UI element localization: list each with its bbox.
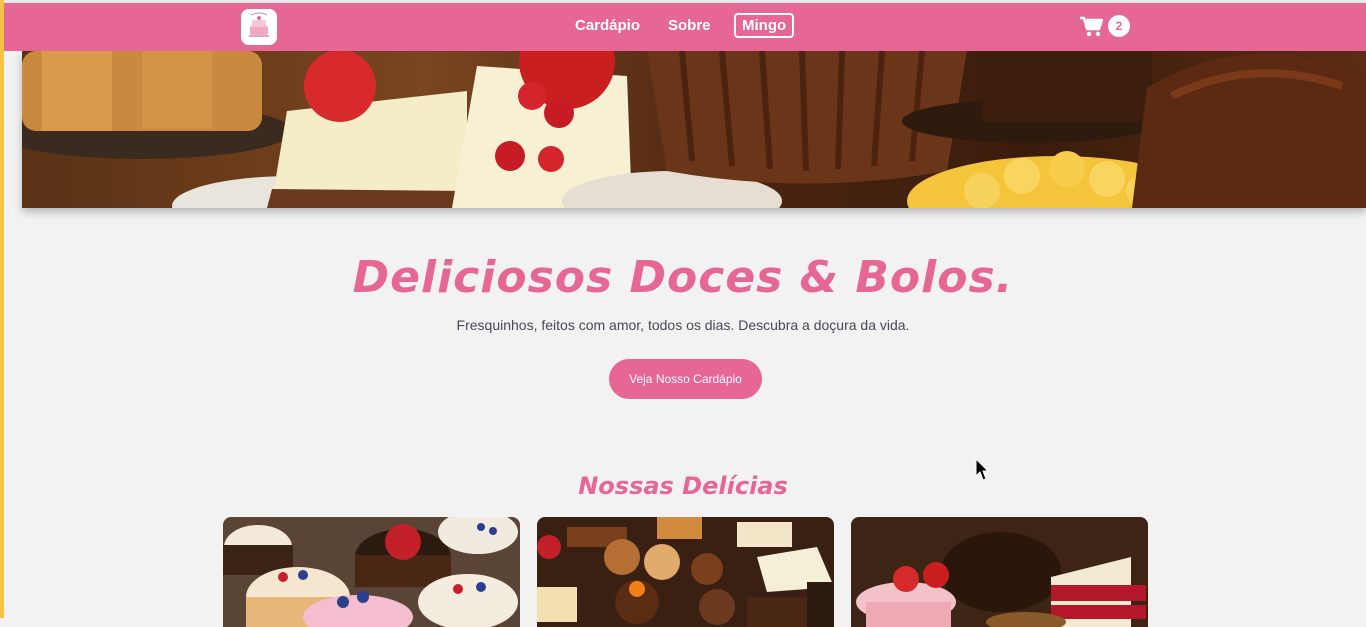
hero-subtitle: Fresquinhos, feitos com amor, todos os d… (456, 317, 910, 333)
mouse-cursor-icon (975, 458, 989, 481)
nav-link-cardapio[interactable]: Cardápio (575, 17, 640, 34)
hero-banner-image (22, 51, 1366, 208)
cart-icon (1080, 16, 1104, 37)
product-card-image-1[interactable] (223, 517, 520, 627)
cart-count-badge: 2 (1108, 15, 1130, 37)
window-left-edge (0, 0, 4, 618)
logo-icon[interactable] (241, 9, 277, 45)
user-menu-button[interactable]: Mingo (734, 13, 795, 38)
nav-link-sobre[interactable]: Sobre (668, 17, 711, 34)
product-card-image-3[interactable] (851, 517, 1148, 627)
hero-title: Deliciosos Doces & Bolos. (352, 252, 1014, 303)
section-title: Nossas Delícias (578, 472, 788, 500)
cart-button[interactable]: 2 (1080, 15, 1140, 41)
view-menu-button[interactable]: Veja Nosso Cardápio (609, 359, 762, 399)
product-card-image-2[interactable] (537, 517, 834, 627)
navbar: Cardápio Sobre Mingo 2 (4, 3, 1366, 51)
